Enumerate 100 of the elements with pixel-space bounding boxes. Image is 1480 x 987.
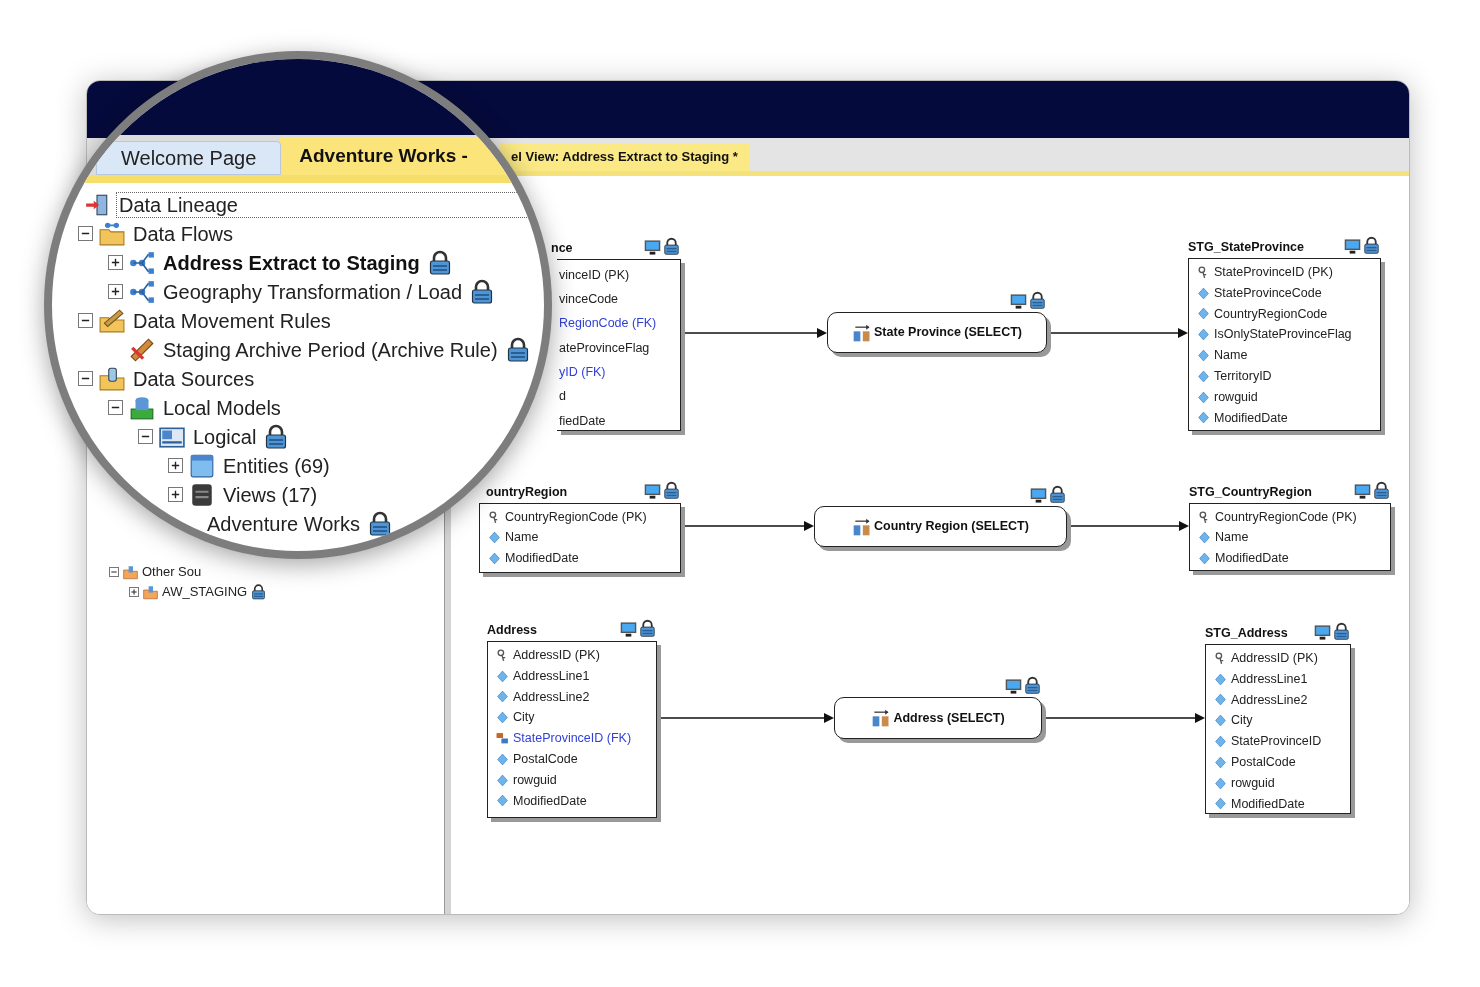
tree-item[interactable]: Logical xyxy=(191,424,259,449)
column-name: TerritoryID xyxy=(1214,368,1272,385)
collapse-toggle[interactable] xyxy=(78,226,93,241)
tree-item[interactable]: Data Sources xyxy=(131,366,257,391)
column-name: rowguid xyxy=(513,771,557,789)
lock-icon xyxy=(663,481,680,500)
tree-item[interactable]: Local Models xyxy=(161,395,283,420)
column-name: ModifiedDate xyxy=(1231,795,1305,813)
plus-icon xyxy=(170,460,181,471)
column-name: d xyxy=(559,388,566,406)
stack-icon xyxy=(189,481,215,508)
column-name: City xyxy=(513,709,535,727)
expand-toggle[interactable] xyxy=(168,487,183,502)
lock-icon xyxy=(663,237,680,256)
tree-item[interactable]: Views (17) xyxy=(221,482,320,507)
transform-icon xyxy=(852,516,873,537)
lock-icon xyxy=(1024,676,1041,695)
column-name: PostalCode xyxy=(513,751,578,768)
diamond-icon xyxy=(1214,797,1227,811)
column-name: AddressLine2 xyxy=(513,688,590,706)
computer-icon xyxy=(1009,293,1028,310)
diamond-icon xyxy=(1214,735,1227,749)
column-name: PostalCode xyxy=(1231,754,1296,771)
transform-label: Address (SELECT) xyxy=(893,709,1005,727)
tab[interactable]: Welcome Page xyxy=(96,141,282,175)
tree-item[interactable]: Other Sou xyxy=(142,564,202,580)
column-name: IsOnlyStateProvinceFlag xyxy=(1214,326,1352,344)
expand-toggle[interactable] xyxy=(168,458,183,473)
relation-icon xyxy=(496,732,509,746)
tree-item[interactable]: Geography Transformation / Load xyxy=(161,279,465,304)
table-title: STG_StateProvince xyxy=(1188,239,1304,256)
table-title: Address xyxy=(487,622,538,639)
document-tab[interactable]: el View: Address Extract to Staging * xyxy=(499,143,750,171)
diamond-icon xyxy=(1198,531,1211,545)
table-title: STG_Address xyxy=(1205,625,1288,642)
folder-icon xyxy=(99,307,125,334)
diamond-icon xyxy=(1197,286,1210,300)
column-name: AddressID (PK) xyxy=(513,647,600,664)
diamond-icon xyxy=(1214,672,1227,686)
transform-label: Country Region (SELECT) xyxy=(874,518,1029,536)
column-name: AddressLine1 xyxy=(513,667,590,685)
column-name: Name xyxy=(1214,347,1248,365)
database-icon xyxy=(129,394,155,421)
collapse-toggle[interactable] xyxy=(109,567,119,577)
plus-icon xyxy=(130,588,138,596)
column-name: CountryRegionCode xyxy=(1214,305,1328,323)
column-name: fiedDate xyxy=(559,412,606,430)
lock-icon xyxy=(1363,236,1380,255)
column-name: Name xyxy=(1215,529,1249,547)
expand-toggle[interactable] xyxy=(108,284,123,299)
column-name: yID (FK) xyxy=(559,363,606,381)
computer-icon xyxy=(1004,678,1023,695)
expand-toggle[interactable] xyxy=(108,255,123,270)
computer-icon xyxy=(1313,624,1332,641)
column-name: Name xyxy=(505,529,539,547)
expand-toggle[interactable] xyxy=(129,587,139,597)
column-name: RegionCode (FK) xyxy=(559,315,657,333)
tree-item[interactable]: Address Extract to Staging xyxy=(161,250,422,275)
lock-icon xyxy=(1049,485,1066,504)
computer-icon xyxy=(643,239,662,256)
minus-icon xyxy=(110,568,118,576)
transform-label: State Province (SELECT) xyxy=(874,324,1022,342)
collapse-toggle[interactable] xyxy=(78,371,93,386)
folder-icon xyxy=(99,220,125,247)
column-name: StateProvinceID (FK) xyxy=(513,730,632,748)
tree-item[interactable]: Entities (69) xyxy=(221,453,332,478)
tree-item[interactable]: Data Movement Rules xyxy=(131,308,333,333)
diamond-icon xyxy=(1214,714,1227,728)
column-name: StateProvinceCode xyxy=(1214,284,1322,302)
lock-icon xyxy=(1373,481,1390,500)
diamond-icon xyxy=(496,690,509,704)
collapse-toggle[interactable] xyxy=(108,400,123,415)
collapse-toggle[interactable] xyxy=(138,429,153,444)
column-name: ModifiedDate xyxy=(513,792,587,810)
column-name: AddressLine1 xyxy=(1231,670,1308,688)
computer-icon xyxy=(1343,238,1362,255)
tree-item[interactable]: AW_STAGING xyxy=(162,584,248,600)
tree-item[interactable]: Data Flows xyxy=(131,221,236,246)
tree-item[interactable]: Staging Archive Period (Archive Rule) xyxy=(161,337,500,362)
diamond-icon xyxy=(1197,328,1210,342)
table-title: ountryRegion xyxy=(486,484,568,501)
lock-icon xyxy=(639,619,656,638)
diamond-icon xyxy=(1198,551,1211,565)
diamond-icon xyxy=(1197,307,1210,321)
column-name: AddressID (PK) xyxy=(1231,650,1318,667)
diamond-icon xyxy=(1214,776,1227,790)
lock-icon xyxy=(1333,622,1350,641)
diamond-icon xyxy=(1214,693,1227,707)
diamond-icon xyxy=(1197,349,1210,363)
network-icon xyxy=(129,278,155,305)
collapse-toggle[interactable] xyxy=(78,313,93,328)
column-name: StateProvinceID (PK) xyxy=(1214,264,1333,281)
lock-icon xyxy=(1029,291,1046,310)
column-name: ModifiedDate xyxy=(1215,549,1289,567)
transform-icon xyxy=(871,708,892,728)
network-icon xyxy=(129,249,155,276)
folder-icon xyxy=(123,564,138,580)
column-name: CountryRegionCode (PK) xyxy=(505,508,647,526)
tree-item[interactable]: Adventure Works xyxy=(205,511,363,536)
transform-icon xyxy=(852,322,872,343)
